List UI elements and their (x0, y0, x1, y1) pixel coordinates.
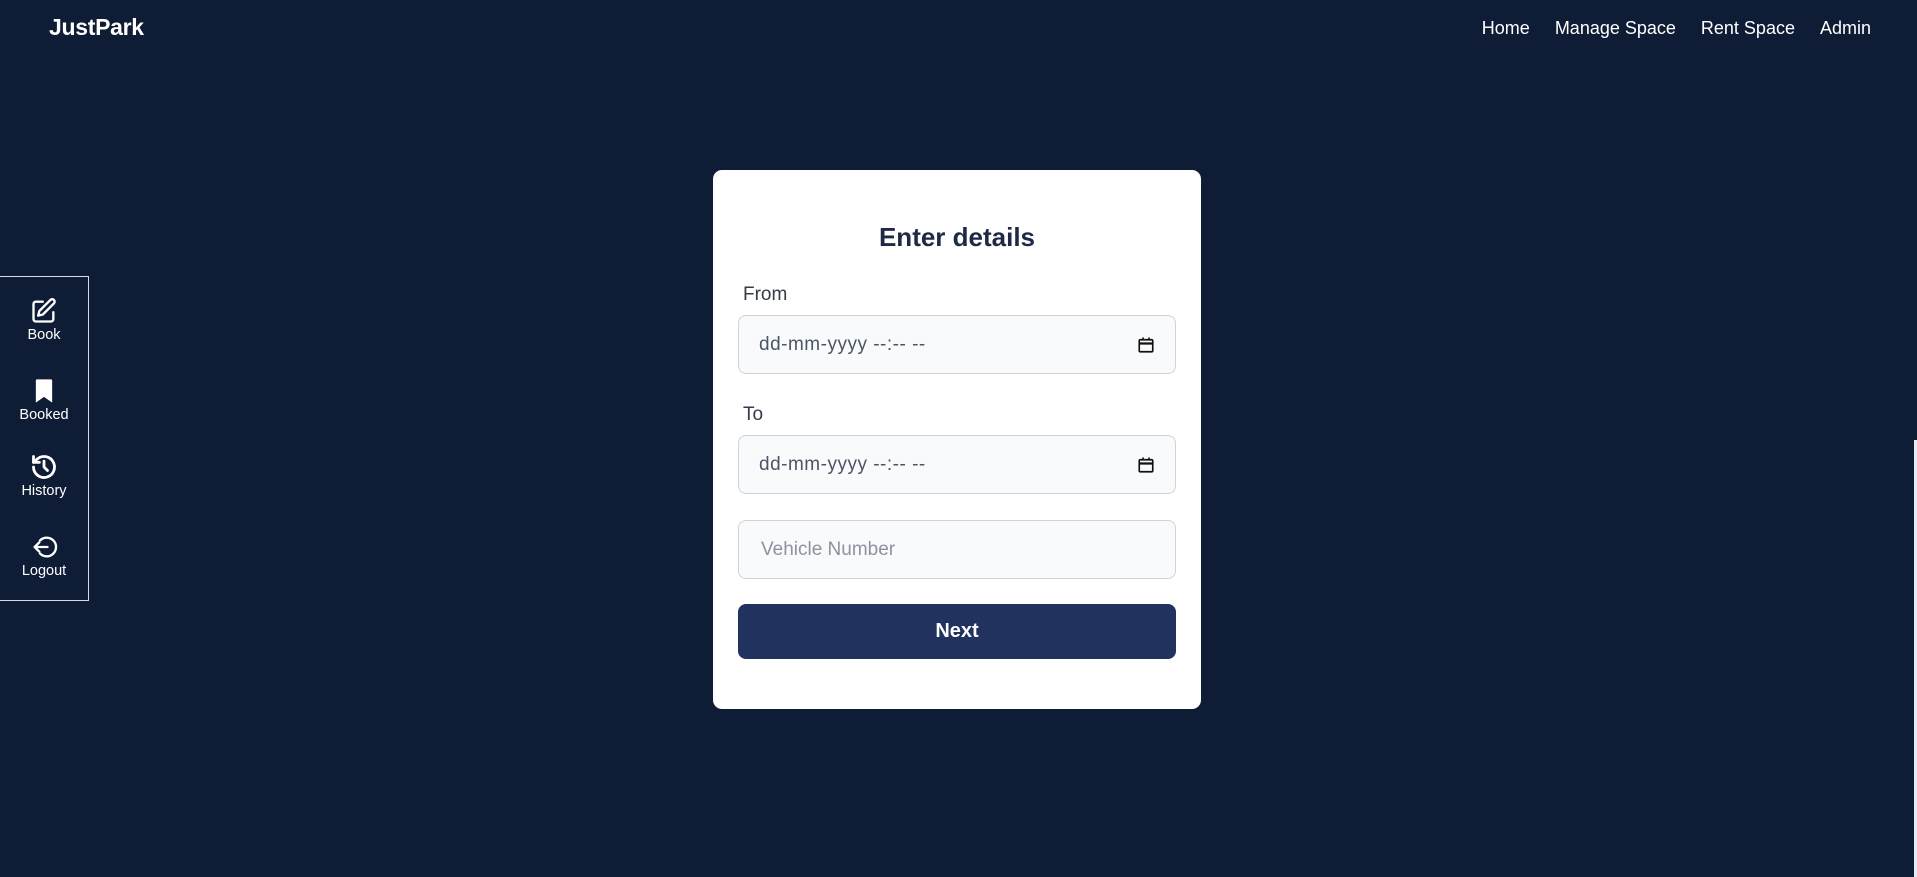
form-title: Enter details (878, 222, 1036, 252)
calendar-icon[interactable] (1137, 456, 1155, 474)
sidebar-item-label: Book (27, 327, 61, 343)
to-datetime-input[interactable]: dd-mm-yyyy --:-- -- (738, 435, 1176, 494)
nav-home[interactable]: Home (1482, 18, 1530, 39)
to-label: To (743, 404, 764, 425)
top-nav: Home Manage Space Rent Space Admin (1482, 18, 1871, 39)
details-card: Enter details From dd-mm-yyyy --:-- -- T… (713, 170, 1201, 709)
sidebar-item-logout[interactable]: Logout (0, 533, 88, 579)
bookmark-icon (35, 379, 53, 403)
vehicle-number-field[interactable] (738, 520, 1176, 579)
logout-icon (33, 536, 58, 558)
to-datetime-value: dd-mm-yyyy --:-- -- (759, 453, 926, 475)
nav-admin[interactable]: Admin (1820, 18, 1871, 39)
next-button[interactable]: Next (738, 604, 1176, 659)
sidebar: Book Booked History Logout (0, 276, 89, 601)
history-icon (32, 455, 56, 479)
from-datetime-value: dd-mm-yyyy --:-- -- (759, 333, 926, 355)
vehicle-number-input[interactable] (759, 537, 1155, 562)
sidebar-item-label: History (21, 483, 67, 499)
calendar-icon[interactable] (1137, 336, 1155, 354)
brand-logo[interactable]: JustPark (49, 14, 144, 41)
sidebar-item-booked[interactable]: Booked (0, 377, 88, 423)
from-datetime-input[interactable]: dd-mm-yyyy --:-- -- (738, 315, 1176, 374)
nav-manage-space[interactable]: Manage Space (1555, 18, 1676, 39)
from-label: From (743, 284, 788, 305)
edit-icon (32, 298, 56, 323)
nav-rent-space[interactable]: Rent Space (1701, 18, 1795, 39)
sidebar-item-history[interactable]: History (0, 453, 88, 499)
sidebar-item-label: Logout (21, 563, 67, 579)
sidebar-item-book[interactable]: Book (0, 297, 88, 343)
sidebar-item-label: Booked (19, 407, 69, 423)
